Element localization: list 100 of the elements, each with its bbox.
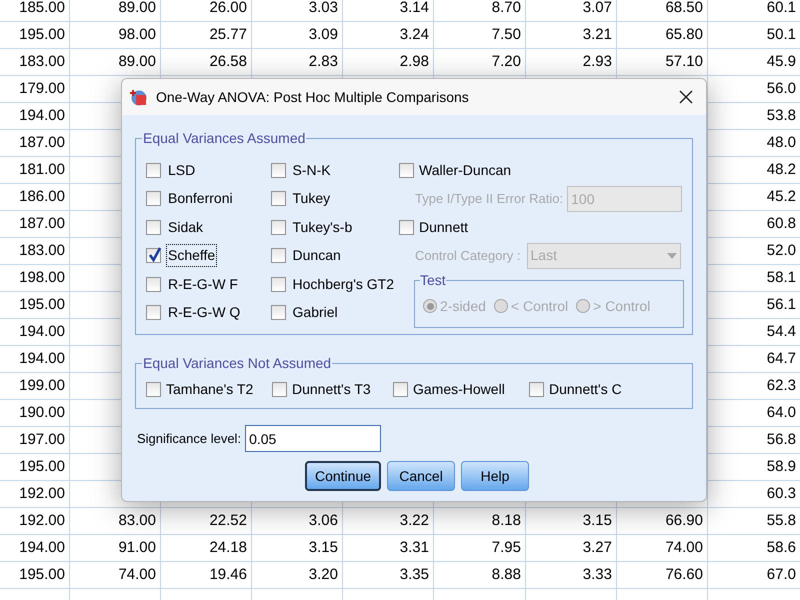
checkbox[interactable] [146,248,161,264]
table-cell-text: 3.15 [582,510,612,531]
checkbox[interactable] [146,220,161,235]
field-label: Type I/Type II Error Ratio: [415,190,564,208]
dialog-button[interactable]: Help [461,461,530,491]
checkbox[interactable] [146,382,161,396]
field-label: Significance level: [137,430,242,448]
option-label[interactable]: Dunnett [419,216,468,238]
checkbox[interactable] [270,162,286,178]
option-label[interactable]: Games-Howell [413,378,505,400]
table-cell-text: 19.46 [209,564,247,585]
table-cell-text: 50.1 [766,24,796,45]
table-cell-text: 74.00 [665,538,703,558]
table-cell-text: 22.52 [209,510,247,531]
table-cell-text: 190.00 [19,402,65,423]
table-cell-text: 56.1 [766,294,796,315]
checkbox[interactable] [399,220,414,235]
option-label[interactable]: Dunnett's T3 [292,378,371,400]
table-cell-text: 194.00 [19,322,65,342]
table-cell-text: 8.18 [492,510,521,531]
window-title: One-Way ANOVA: Post Hoc Multiple Comparisons [156,88,470,107]
checkbox[interactable] [146,162,161,178]
dialog-button[interactable]: Cancel [387,461,456,491]
table-cell-text: 52.0 [766,240,796,261]
table-cell-text: 60.8 [766,214,796,234]
table-cell-text: 185.00 [19,0,65,18]
checkbox[interactable] [399,162,414,178]
table-cell-text: 183.00 [19,52,65,72]
table-cell-text: 56.0 [766,78,796,99]
option-label[interactable]: Scheffe [166,244,218,268]
table-cell-text: 3.27 [582,538,612,558]
option-label[interactable]: Tukey's-b [290,216,354,239]
table-cell-text: 7.50 [492,24,521,45]
option-label[interactable]: Sidak [166,216,206,239]
table-cell-text: 89.00 [118,52,156,72]
table-cell-text: 58.6 [766,538,796,558]
checkbox[interactable] [146,276,161,292]
table-cell-text: 2.83 [308,52,338,72]
option-label[interactable]: R-E-G-W F [166,272,240,296]
checkbox[interactable] [270,248,286,264]
table-cell-text: 53.8 [766,106,796,126]
table-cell-text: 24.18 [209,538,247,558]
table-cell-text: 3.24 [400,24,429,45]
option-label[interactable]: Tukey [290,187,332,210]
checkbox[interactable] [393,382,408,396]
table-cell-text: 65.80 [665,24,703,45]
field-label: Control Category : [415,247,520,265]
significance-field[interactable]: 0.05 [245,425,382,452]
table-cell-text: 56.8 [766,430,796,450]
table-cell-text: 7.20 [492,52,521,72]
table-cell-text: 183.00 [19,240,65,261]
checkbox[interactable] [270,220,286,235]
table-cell-text: 58.1 [766,268,796,288]
table-cell-text: 3.09 [308,24,338,45]
option-label[interactable]: Tamhane's T2 [166,378,254,400]
table-cell-text: 45.2 [766,186,796,207]
table-cell-text: 3.22 [400,510,429,531]
table-cell-text: 98.00 [118,24,156,45]
table-cell-text: 3.33 [582,564,612,585]
checkbox[interactable] [146,191,161,206]
table-cell-text: 3.15 [308,538,338,558]
caret-icon [666,252,676,259]
checkbox[interactable] [146,305,161,320]
table-cell-text: 3.06 [308,510,338,531]
table-cell-text: 194.00 [19,348,65,369]
table-cell-text: 197.00 [19,430,65,450]
checkbox[interactable] [270,276,286,292]
option-label[interactable]: Waller-Duncan [419,160,512,181]
checkbox[interactable] [272,382,287,396]
app-icon [130,88,148,106]
close-icon [679,90,693,104]
table-cell-text: 89.00 [118,0,156,18]
option-label[interactable]: Gabriel [290,301,340,324]
table-cell-text: 54.4 [766,322,796,342]
radio-label: > Control [593,296,650,316]
table-cell-text: 181.00 [19,160,65,180]
table-cell-text: 60.3 [766,484,796,504]
checkbox[interactable] [270,305,286,320]
table-cell-text: 3.21 [582,24,612,45]
table-cell-text: 195.00 [19,24,65,45]
table-cell-text: 3.03 [308,0,338,18]
table-cell-text: 2.98 [400,52,429,72]
table-cell-text: 25.77 [209,24,247,45]
checkbox[interactable] [270,191,286,206]
table-cell-text: 3.20 [308,564,338,585]
checkbox[interactable] [529,382,544,396]
option-label[interactable]: Bonferroni [166,187,235,210]
option-label[interactable]: LSD [166,158,198,182]
table-cell-text: 3.14 [400,0,429,18]
option-label[interactable]: S-N-K [290,158,333,182]
table-cell-text: 195.00 [19,456,65,477]
option-label[interactable]: Duncan [290,244,343,268]
dialog-button[interactable]: Continue [304,461,382,491]
option-label[interactable]: Hochberg's GT2 [290,272,396,296]
table-cell-text: 186.00 [19,186,65,207]
table-cell-text: 64.0 [766,402,796,423]
table-cell-text: 7.95 [492,538,521,558]
table-cell-text: 60.1 [766,0,796,18]
option-label[interactable]: Dunnett's C [549,378,622,400]
option-label[interactable]: R-E-G-W Q [166,301,242,324]
